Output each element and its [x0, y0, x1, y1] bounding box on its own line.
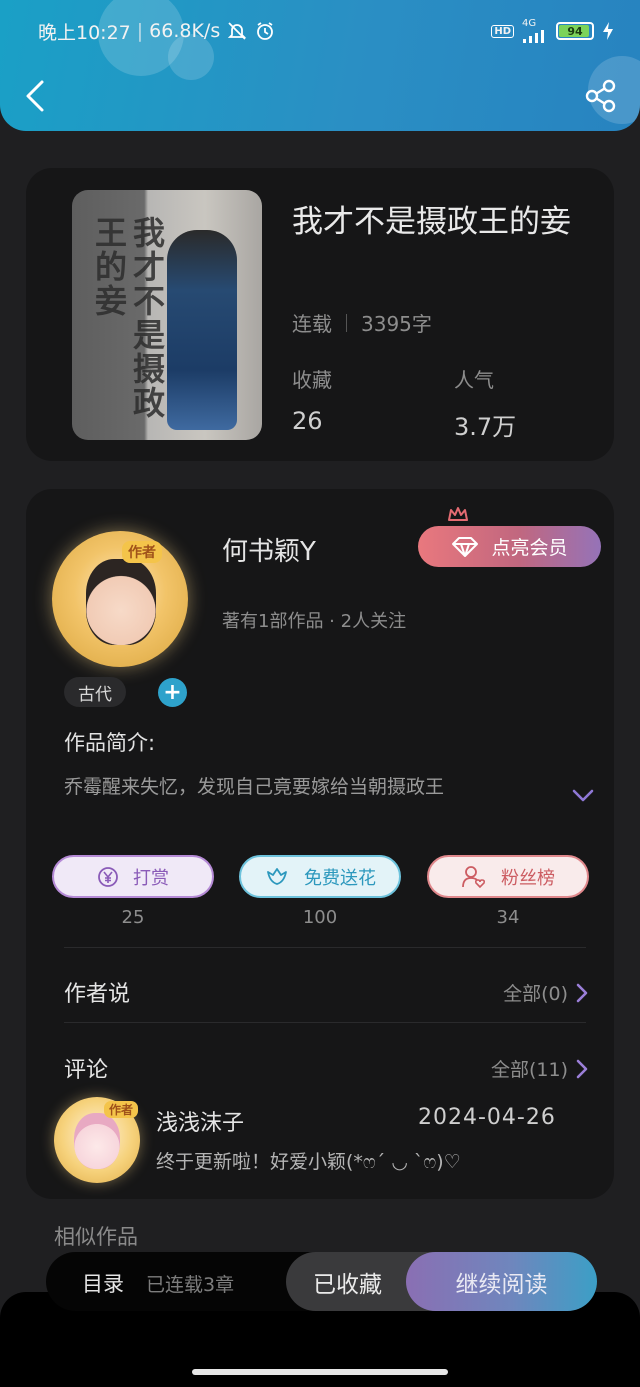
commenter-name[interactable]: 浅浅沫子: [156, 1105, 244, 1137]
popularity-stat: 人气 3.7万: [454, 364, 516, 442]
fan-count: 34: [496, 907, 520, 928]
toc-chapter-count: 已连载3章: [146, 1274, 235, 1296]
chevron-down-icon[interactable]: [571, 786, 595, 804]
crown-icon: [448, 507, 468, 521]
status-divider: |: [136, 20, 144, 42]
send-flower-label: 免费送花: [304, 867, 376, 889]
author-subtitle: 著有1部作品 · 2人关注: [222, 611, 407, 632]
divider: [64, 1022, 586, 1023]
tip-count: 25: [121, 907, 145, 928]
vip-button[interactable]: 点亮会员: [418, 526, 601, 567]
status-speed: 66.8K/s: [149, 20, 221, 42]
author-says-all-link[interactable]: 全部(0): [503, 979, 588, 1006]
similar-works-title: 相似作品: [54, 1225, 138, 1249]
user-heart-icon: [462, 865, 486, 888]
book-info-card: 我才不是摄政王的妾 我才不是摄政王的妾 连载 3395字 收藏 26 人气 3.…: [26, 168, 614, 461]
author-says-all-label: 全部(0): [503, 983, 568, 1005]
chevron-right-icon: [576, 983, 588, 1002]
share-icon[interactable]: [584, 78, 618, 114]
alarm-icon: [257, 22, 274, 40]
book-cover[interactable]: 我才不是摄政王的妾: [72, 190, 262, 440]
network-type: 4G: [522, 18, 537, 29]
popularity-label: 人气: [454, 368, 494, 392]
cover-title: 我才不是摄政王的妾: [90, 216, 166, 420]
avatar-face: [86, 559, 156, 645]
collected-label: 已收藏: [313, 1271, 382, 1298]
author-badge: 作者: [122, 541, 162, 563]
genre-tag[interactable]: 古代: [64, 677, 126, 707]
hd-badge: HD: [491, 24, 514, 38]
comments-all-link[interactable]: 全部(11): [491, 1055, 588, 1082]
status-bar: 晚上10:27 | 66.8K/s HD 4G 94: [38, 14, 614, 48]
tip-button-label: 打赏: [133, 867, 169, 889]
comments-title: 评论: [64, 1058, 109, 1083]
status-time: 晚上10:27: [38, 21, 131, 44]
continue-reading-label: 继续阅读: [455, 1271, 548, 1298]
yen-icon: [98, 866, 118, 887]
divider: [64, 947, 586, 948]
comments-all-label: 全部(11): [490, 1059, 568, 1081]
battery-icon: 94: [556, 22, 594, 40]
author-name[interactable]: 何书颖Y: [222, 531, 316, 568]
fan-ranking-button[interactable]: 粉丝榜: [427, 855, 589, 898]
commenter-badge: 作者: [104, 1101, 139, 1118]
chevron-right-icon: [576, 1059, 588, 1078]
avatar-face: [74, 1113, 120, 1169]
author-says-title: 作者说: [64, 982, 131, 1007]
charging-icon: [603, 22, 613, 40]
book-title: 我才不是摄政王的妾: [292, 204, 571, 240]
favorites-stat: 收藏 26: [292, 364, 332, 435]
tip-button[interactable]: 打赏: [52, 855, 214, 898]
book-word-count: 3395字: [361, 312, 432, 336]
flower-icon: [267, 867, 287, 885]
fan-ranking-label: 粉丝榜: [501, 867, 555, 889]
author-avatar[interactable]: [52, 531, 188, 667]
intro-text: 乔霉醒来失忆，发现自己竟要嫁给当朝摄政王: [64, 776, 445, 798]
toc-button[interactable]: 目录: [82, 1268, 124, 1298]
popularity-value: 3.7万: [454, 413, 517, 441]
author-card: 作者 何书颖Y 点亮会员 著有1部作品 · 2人关注 古代 + 作品简介: 乔霉…: [26, 489, 614, 1199]
intro-title: 作品简介:: [64, 731, 156, 755]
mute-bell-icon: [228, 22, 247, 40]
home-indicator[interactable]: [192, 1369, 448, 1375]
diamond-icon: [452, 536, 479, 557]
book-status: 连载: [292, 312, 332, 336]
favorites-value: 26: [292, 407, 323, 435]
comment-text: 终于更新啦！好爱小颖(*ෆ´ ◡ `ෆ)♡: [156, 1151, 461, 1173]
continue-reading-button[interactable]: 继续阅读: [406, 1252, 597, 1311]
battery-level: 94: [567, 24, 583, 38]
favorites-label: 收藏: [292, 368, 332, 392]
header: 晚上10:27 | 66.8K/s HD 4G 94: [0, 0, 640, 131]
send-flower-button[interactable]: 免费送花: [239, 855, 401, 898]
cover-figure: [167, 230, 237, 430]
add-tag-button[interactable]: +: [158, 678, 187, 707]
book-meta: 连载 3395字: [292, 308, 432, 337]
back-icon[interactable]: [22, 78, 50, 114]
comment-date: 2024-04-26: [418, 1105, 556, 1130]
flower-count: 100: [302, 907, 338, 928]
vip-button-label: 点亮会员: [491, 537, 568, 559]
meta-divider: [346, 313, 347, 332]
signal-icon: 4G: [522, 19, 548, 43]
